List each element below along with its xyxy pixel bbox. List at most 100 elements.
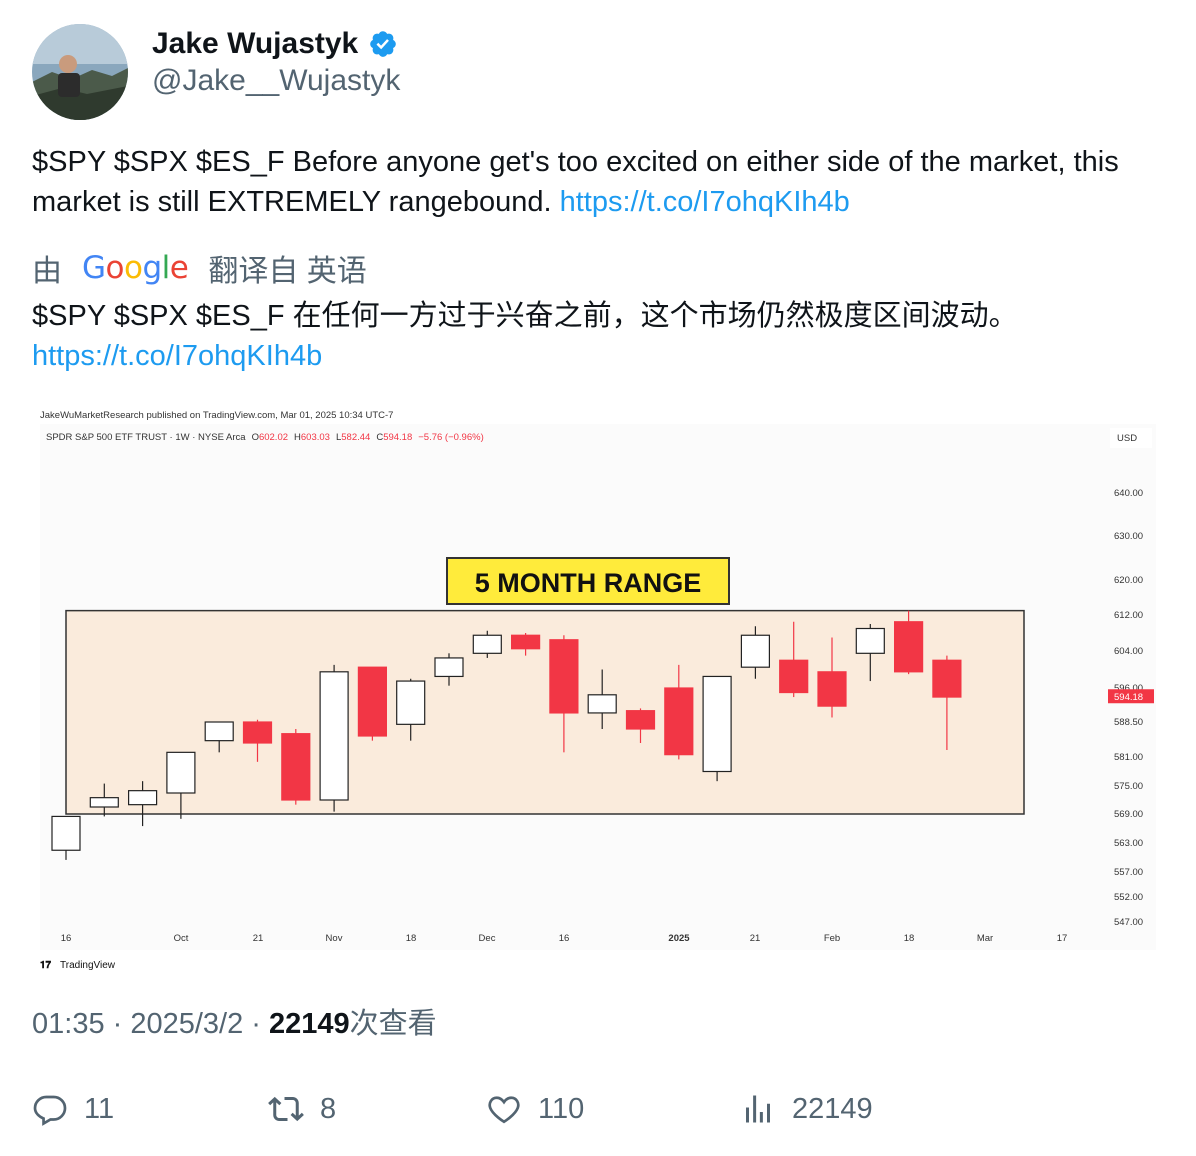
- views-action-count: 22149: [792, 1092, 873, 1125]
- author-name-row: Jake Wujastyk: [152, 24, 398, 64]
- timestamp-time[interactable]: 01:35 · 2025/3/2 ·: [32, 1008, 269, 1040]
- y-tick-label: 604.00: [1114, 646, 1143, 657]
- y-tick-label: 612.00: [1114, 610, 1143, 621]
- avatar[interactable]: [32, 24, 128, 120]
- y-tick-label: 575.00: [1114, 781, 1143, 792]
- candle: [319, 664, 349, 812]
- candle-body: [166, 751, 196, 794]
- reply-icon: [33, 1095, 67, 1126]
- translation-prefix: 由: [32, 255, 62, 288]
- candle-body: [587, 694, 617, 714]
- tweet-header: Jake Wujastyk @Jake__Wujastyk: [32, 24, 932, 120]
- y-tick-label: 620.00: [1114, 575, 1143, 586]
- candle: [702, 675, 732, 782]
- candle: [357, 666, 387, 741]
- candle-body: [702, 675, 732, 773]
- candle-body: [89, 797, 119, 808]
- chart-symbol: SPDR S&P 500 ETF TRUST · 1W · NYSE Arca: [46, 432, 246, 443]
- tradingview-watermark: 𝟏𝟕 TradingView: [40, 960, 116, 971]
- y-tick-label: 588.50: [1114, 717, 1143, 728]
- tweet-timestamp: 01:35 · 2025/3/2 · 22149次查看: [32, 1000, 437, 1042]
- ohlc-l: 582.44: [341, 432, 370, 443]
- y-tick-label: 547.00: [1114, 917, 1143, 928]
- y-tick-label: 581.00: [1114, 752, 1143, 763]
- retweet-icon: [268, 1096, 304, 1122]
- annotation-label: 5 MONTH RANGE: [475, 568, 702, 598]
- views-count: 22149: [269, 1008, 350, 1040]
- x-tick-label: 2025: [668, 933, 690, 944]
- author-name[interactable]: Jake Wujastyk: [152, 27, 358, 61]
- x-tick-label: 16: [61, 933, 72, 944]
- google-logo: Google: [82, 250, 189, 286]
- x-tick-label: Nov: [326, 933, 343, 944]
- translated-link[interactable]: https://t.co/I7ohqKIh4b: [32, 336, 1162, 376]
- candle-body: [625, 710, 656, 730]
- candle-body: [204, 721, 234, 742]
- currency-label: USD: [1117, 433, 1137, 444]
- x-tick-label: 21: [750, 933, 761, 944]
- x-tick-label: 21: [253, 933, 264, 944]
- chart-image[interactable]: JakeWuMarketResearch published on Tradin…: [32, 396, 1162, 976]
- ohlc-c: 594.18: [383, 432, 412, 443]
- y-tick-label: 569.00: [1114, 809, 1143, 820]
- x-tick-label: Oct: [174, 933, 189, 944]
- chart-published-line: JakeWuMarketResearch published on Tradin…: [40, 410, 393, 421]
- chart-symbol-line: SPDR S&P 500 ETF TRUST · 1W · NYSE Arca O…: [46, 432, 484, 443]
- candle-body: [664, 687, 694, 756]
- x-tick-label: Dec: [479, 933, 496, 944]
- views-button[interactable]: 22149: [740, 1084, 873, 1134]
- y-tick-label: 640.00: [1114, 488, 1143, 499]
- translated-text: $SPY $SPX $ES_F 在任何一方过于兴奋之前，这个市场仍然极度区间波动…: [32, 296, 1162, 376]
- candle: [472, 630, 502, 658]
- candle-body: [396, 680, 426, 725]
- retweet-count: 8: [320, 1092, 337, 1125]
- x-tick-label: 18: [904, 933, 915, 944]
- candle-body: [549, 639, 579, 714]
- ohlc-change: −5.76 (−0.96%): [418, 432, 484, 443]
- analytics-icon: [746, 1095, 770, 1123]
- x-tick-label: Feb: [824, 933, 840, 944]
- retweet-button[interactable]: 8: [268, 1084, 336, 1134]
- candle-body: [855, 627, 885, 654]
- translation-suffix: 翻译自 英语: [208, 255, 367, 288]
- candle-body: [127, 790, 158, 806]
- candle-body: [893, 621, 924, 673]
- action-bar: 11 8 110 22149: [32, 1084, 1162, 1134]
- last-price-label: 594.18: [1114, 692, 1143, 703]
- candle-body: [242, 721, 273, 744]
- candlestick-chart: JakeWuMarketResearch published on Tradin…: [40, 410, 1156, 971]
- x-tick-label: Mar: [977, 933, 993, 944]
- candle-body: [740, 634, 771, 668]
- candle-body: [472, 634, 502, 654]
- annotation-group: 5 MONTH RANGE: [446, 557, 730, 605]
- reply-count: 11: [84, 1092, 115, 1125]
- translated-body: $SPY $SPX $ES_F 在任何一方过于兴奋之前，这个市场仍然极度区间波动…: [32, 300, 1018, 332]
- candle-body: [51, 815, 81, 851]
- candle-body: [779, 659, 809, 694]
- x-tick-label: 18: [406, 933, 417, 944]
- candle-body: [511, 634, 541, 650]
- candle-body: [817, 671, 847, 707]
- heart-icon: [488, 1096, 520, 1124]
- y-tick-label: 630.00: [1114, 531, 1143, 542]
- candle-body: [281, 733, 311, 801]
- watermark-label: TradingView: [60, 960, 116, 971]
- ohlc-h: 603.03: [301, 432, 330, 443]
- like-count: 110: [538, 1092, 585, 1125]
- candle-body: [932, 659, 962, 698]
- ohlc-o-label: O: [252, 432, 259, 443]
- tweet-link[interactable]: https://t.co/I7ohqKIh4b: [560, 186, 850, 218]
- candle-body: [357, 666, 387, 737]
- verified-badge-icon: [370, 31, 397, 57]
- x-tick-label: 16: [559, 933, 570, 944]
- tradingview-logo-icon: 𝟏𝟕: [40, 960, 52, 971]
- views-label: 次查看: [349, 1008, 437, 1040]
- translation-attribution: 由 Google 翻译自 英语: [32, 248, 367, 288]
- reply-button[interactable]: 11: [32, 1084, 114, 1134]
- y-tick-label: 563.00: [1114, 838, 1143, 849]
- y-tick-label: 552.00: [1114, 892, 1143, 903]
- candle-body: [434, 657, 464, 678]
- like-button[interactable]: 110: [486, 1084, 584, 1134]
- author-handle[interactable]: @Jake__Wujastyk: [152, 64, 400, 98]
- tweet-text: $SPY $SPX $ES_F Before anyone get's too …: [32, 142, 1162, 222]
